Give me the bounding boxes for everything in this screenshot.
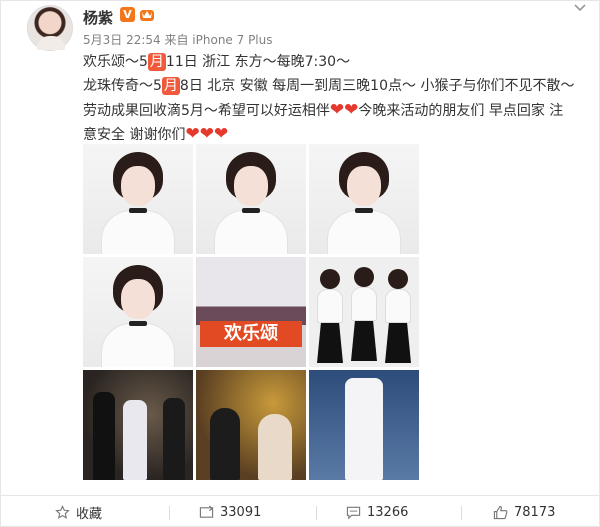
event-banner-text: 欢乐颂 bbox=[200, 321, 302, 347]
post-text-line-4: 意安全 谢谢你们❤❤❤ bbox=[83, 124, 229, 144]
favorite-button[interactable]: 收藏 bbox=[55, 496, 102, 527]
like-button[interactable]: 78173 bbox=[493, 496, 555, 527]
month-badge: 月 bbox=[147, 53, 166, 71]
avatar[interactable] bbox=[27, 5, 73, 51]
username[interactable]: 杨紫 bbox=[83, 7, 113, 28]
divider bbox=[169, 506, 170, 520]
heart-icon: ❤ bbox=[329, 100, 345, 120]
comment-count: 13266 bbox=[367, 505, 409, 520]
favorite-label: 收藏 bbox=[76, 507, 103, 522]
heart-icon: ❤ bbox=[185, 124, 200, 144]
star-icon bbox=[55, 505, 70, 519]
heart-icon: ❤ bbox=[344, 100, 359, 120]
photo-thumbnail[interactable] bbox=[309, 144, 419, 254]
post-text-line-3: 劳动成果回收滴5月～希望可以好运相伴❤❤今晚来活动的朋友们 早点回家 注 bbox=[83, 100, 564, 120]
repost-count: 33091 bbox=[220, 505, 262, 520]
month-badge: 月 bbox=[161, 77, 180, 95]
comment-icon bbox=[346, 506, 361, 520]
photo-thumbnail[interactable] bbox=[309, 257, 419, 367]
repost-icon bbox=[199, 505, 214, 518]
divider bbox=[316, 506, 317, 520]
action-bar: 收藏 33091 13266 78173 bbox=[1, 495, 600, 527]
more-chevron-icon[interactable] bbox=[573, 3, 587, 13]
photo-thumbnail[interactable] bbox=[196, 144, 306, 254]
heart-icon: ❤ bbox=[213, 124, 229, 144]
like-count: 78173 bbox=[514, 505, 556, 520]
divider bbox=[461, 506, 462, 520]
vip-crown-icon bbox=[140, 10, 154, 21]
thumbs-up-icon bbox=[493, 505, 508, 520]
repost-button[interactable]: 33091 bbox=[199, 496, 261, 527]
post-meta: 5月3日 22:54 来自 iPhone 7 Plus bbox=[83, 33, 273, 47]
photo-thumbnail[interactable] bbox=[309, 370, 419, 480]
photo-thumbnail[interactable] bbox=[196, 370, 306, 480]
photo-thumbnail[interactable] bbox=[83, 257, 193, 367]
heart-icon: ❤ bbox=[199, 124, 214, 144]
verified-badge: V bbox=[120, 7, 135, 22]
photo-grid: 欢乐颂 bbox=[83, 144, 420, 480]
photo-thumbnail[interactable] bbox=[83, 370, 193, 480]
weibo-post-card: 杨紫 V 5月3日 22:54 来自 iPhone 7 Plus 欢乐颂～5 月 1… bbox=[0, 0, 600, 527]
photo-thumbnail[interactable]: 欢乐颂 bbox=[196, 257, 306, 367]
comment-button[interactable]: 13266 bbox=[346, 496, 408, 527]
post-text-line-1: 欢乐颂～5 月 11日 浙江 东方～每晚7:30～ bbox=[83, 53, 351, 71]
post-text-line-2: 龙珠传奇～5 月 8日 北京 安徽 每周一到周三晚10点～ 小猴子与你们不见不散～ bbox=[83, 77, 575, 95]
photo-thumbnail[interactable] bbox=[83, 144, 193, 254]
